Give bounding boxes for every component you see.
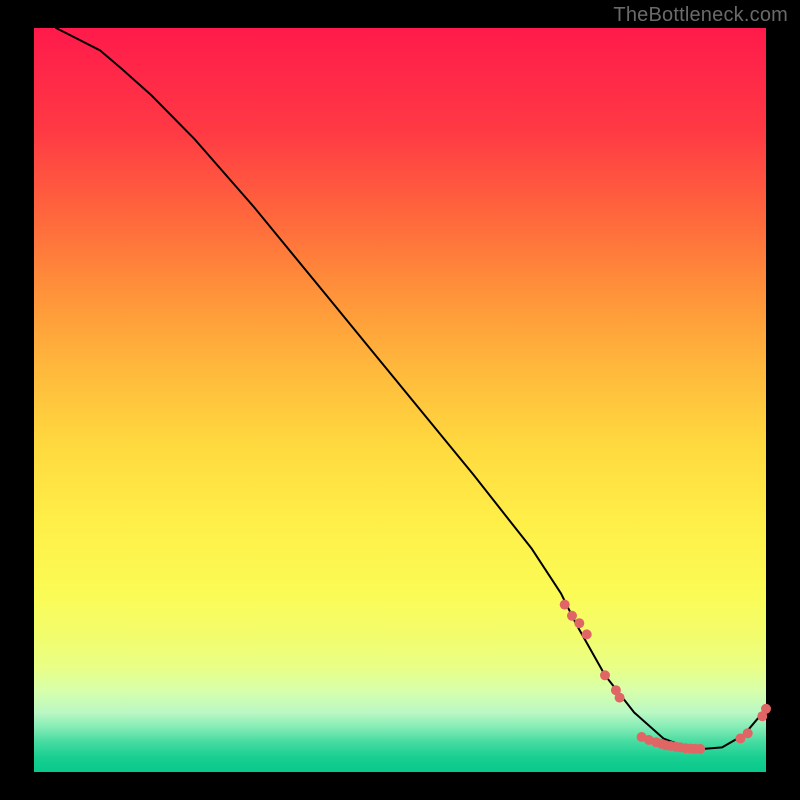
data-marker xyxy=(560,600,570,610)
data-marker xyxy=(600,670,610,680)
chart-svg xyxy=(34,28,766,772)
chart-frame: TheBottleneck.com xyxy=(0,0,800,800)
data-marker xyxy=(574,618,584,628)
plot-area xyxy=(34,28,766,772)
data-marker xyxy=(743,728,753,738)
data-marker xyxy=(761,704,771,714)
data-marker xyxy=(567,611,577,621)
data-marker xyxy=(615,693,625,703)
curve-layer xyxy=(56,28,766,750)
watermark-text: TheBottleneck.com xyxy=(613,4,788,27)
marker-layer xyxy=(560,600,771,754)
data-marker xyxy=(582,629,592,639)
data-marker xyxy=(695,744,705,754)
curve-path xyxy=(56,28,766,750)
